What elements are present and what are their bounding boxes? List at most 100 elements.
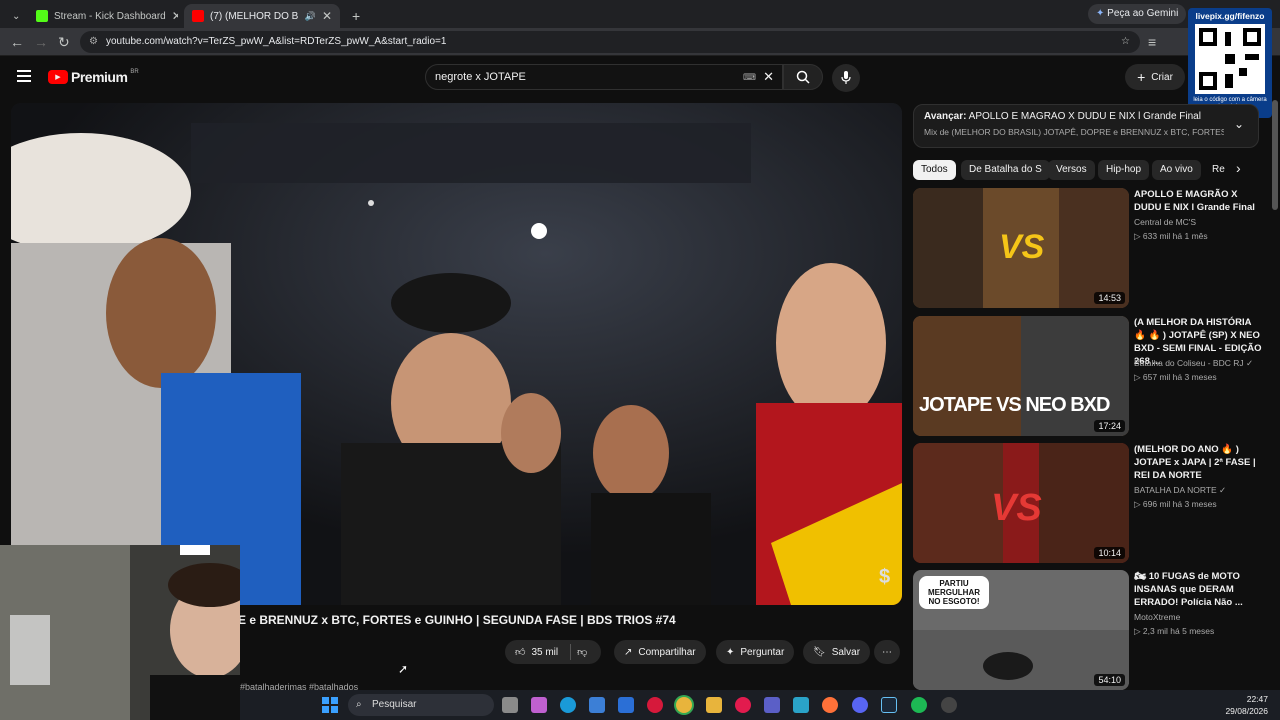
- search-button[interactable]: [783, 64, 823, 90]
- chip-de-batalha[interactable]: De Batalha do S: [961, 160, 1050, 180]
- qr-code-icon: [1195, 24, 1265, 94]
- recommendation-meta: ▷ 2,3 mil há 5 meses: [1134, 626, 1215, 636]
- kick-icon: [36, 10, 48, 22]
- chip-versos[interactable]: Versos: [1048, 160, 1095, 180]
- chip-hip-hop[interactable]: Hip-hop: [1098, 160, 1150, 180]
- recommendation-title[interactable]: APOLLO E MAGRÃO X DUDU E NIX l Grande Fi…: [1134, 188, 1264, 214]
- steam-icon[interactable]: [881, 697, 897, 713]
- system-clock[interactable]: 22:47 29/08/2026: [1225, 693, 1268, 717]
- tab-youtube[interactable]: (7) (MELHOR DO BRASIL) JO 🔊 ✕: [184, 4, 340, 28]
- gemini-button[interactable]: ✦ Peça ao Gemini: [1088, 4, 1187, 24]
- media-player-icon[interactable]: [735, 697, 751, 713]
- address-bar-row: ← → ↻ ⚙ youtube.com/watch?v=TerZS_pwW_A&…: [0, 28, 1280, 56]
- copilot-icon[interactable]: [531, 697, 547, 713]
- chevron-down-icon[interactable]: ⌄: [1234, 117, 1244, 131]
- new-tab-button[interactable]: +: [344, 4, 364, 28]
- video-thumbnail[interactable]: PARTIU MERGULHAR NO ESGOTO! 54:10: [913, 570, 1129, 690]
- create-label: Criar: [1151, 71, 1173, 83]
- close-icon[interactable]: ✕: [322, 9, 332, 23]
- url-field[interactable]: ⚙ youtube.com/watch?v=TerZS_pwW_A&list=R…: [80, 31, 1140, 53]
- create-button[interactable]: + Criar: [1125, 64, 1185, 90]
- chip-ao-vivo[interactable]: Ao vivo: [1152, 160, 1201, 180]
- share-button[interactable]: ↗ Compartilhar: [614, 640, 706, 664]
- mouse-cursor-icon: ➚: [398, 662, 409, 676]
- site-info-icon[interactable]: ⚙: [89, 31, 98, 53]
- video-thumbnail[interactable]: JOTAPE VS NEO BXD 17:24: [913, 316, 1129, 436]
- bookmark-star-icon[interactable]: ☆: [1121, 31, 1130, 53]
- search-input[interactable]: negrote x JOTAPE ⌨ ✕: [425, 64, 783, 90]
- windows-taskbar: ⌕ Pesquisar 22:47 29/08/2026: [240, 690, 1280, 720]
- save-button[interactable]: 🔖︎ Salvar: [803, 640, 871, 664]
- up-next-title: APOLLO E MAGRÃO X DUDU E NIX l Grande Fi…: [968, 111, 1201, 122]
- ask-button[interactable]: ✦ Perguntar: [716, 640, 795, 664]
- up-next-subtitle: Mix de (MELHOR DO BRASIL) JOTAPÊ, DOPRE …: [924, 127, 1224, 137]
- clear-search-icon[interactable]: ✕: [763, 65, 774, 89]
- chip-re[interactable]: Re: [1204, 160, 1228, 180]
- more-actions-button[interactable]: ⋯: [874, 640, 900, 664]
- obs-icon[interactable]: [941, 697, 957, 713]
- task-view-icon[interactable]: [502, 697, 518, 713]
- gemini-icon: ✦: [1096, 8, 1105, 19]
- recommendation-title[interactable]: 🏍 10 FUGAS de MOTO INSANAS que DERAM ERR…: [1134, 570, 1264, 609]
- video-frame: $: [11, 103, 902, 605]
- up-next-box[interactable]: Avançar: APOLLO E MAGRÃO X DUDU E NIX l …: [913, 104, 1259, 148]
- video-player[interactable]: $: [11, 103, 902, 605]
- voice-search-button[interactable]: [832, 64, 860, 92]
- recommendation-meta: ▷ 657 mil há 3 meses: [1134, 372, 1217, 382]
- duration-badge: 17:24: [1094, 420, 1125, 432]
- svg-text:$: $: [879, 566, 890, 588]
- spotify-icon[interactable]: [911, 697, 927, 713]
- recommendation-item[interactable]: PARTIU MERGULHAR NO ESGOTO! 54:10 🏍 10 F…: [913, 570, 1273, 690]
- forward-icon[interactable]: →: [34, 34, 48, 50]
- like-button[interactable]: 👍︎ 35 mil: [515, 646, 558, 659]
- teams-icon[interactable]: [764, 697, 780, 713]
- recommendation-channel[interactable]: MotoXtreme: [1134, 612, 1180, 622]
- menu-icon[interactable]: [17, 70, 31, 82]
- firefox-icon[interactable]: [822, 697, 838, 713]
- edge-icon[interactable]: [560, 697, 576, 713]
- recommendation-item[interactable]: VS 10:14 (MELHOR DO ANO 🔥 ) JOTAPE x JAP…: [913, 443, 1273, 563]
- opera-icon[interactable]: [647, 697, 663, 713]
- video-thumbnail[interactable]: VS 10:14: [913, 443, 1129, 563]
- keyboard-icon[interactable]: ⌨: [743, 65, 756, 89]
- search-icon: ⌕: [356, 699, 362, 710]
- like-dislike-group: 👍︎ 35 mil 👎︎: [505, 640, 601, 664]
- thumbnail-text: PARTIU MERGULHAR NO ESGOTO!: [919, 576, 989, 609]
- speaker-icon[interactable]: 🔊: [305, 11, 316, 22]
- file-explorer-icon[interactable]: [706, 697, 722, 713]
- save-label: Salvar: [831, 646, 861, 658]
- media-controls-icon[interactable]: ≡: [1148, 34, 1156, 50]
- qr-overlay: livepix.gg/fifenzo leia o código com a c…: [1188, 8, 1272, 118]
- taskbar-search[interactable]: ⌕ Pesquisar: [348, 694, 494, 716]
- recommendation-item[interactable]: VS 14:53 APOLLO E MAGRÃO X DUDU E NIX l …: [913, 188, 1273, 308]
- store-icon[interactable]: [589, 697, 605, 713]
- recommendation-title[interactable]: (MELHOR DO ANO 🔥 ) JOTAPE x JAPA | 2ª FA…: [1134, 443, 1264, 482]
- chip-todos[interactable]: Todos: [913, 160, 956, 180]
- ask-label: Perguntar: [740, 646, 785, 658]
- recommendation-channel[interactable]: Batalha do Coliseu - BDC RJ ✓: [1134, 358, 1253, 369]
- discord-icon[interactable]: [852, 697, 868, 713]
- app-icon[interactable]: [793, 697, 809, 713]
- windows-start-icon[interactable]: [322, 697, 338, 713]
- chevron-right-icon[interactable]: ›: [1236, 160, 1241, 176]
- sidebar-scrollbar[interactable]: [1272, 100, 1278, 210]
- outlook-icon[interactable]: [618, 697, 634, 713]
- chrome-icon[interactable]: [676, 697, 692, 713]
- up-next-prefix: Avançar:: [924, 111, 967, 122]
- duration-badge: 14:53: [1094, 292, 1125, 304]
- video-thumbnail[interactable]: VS 14:53: [913, 188, 1129, 308]
- recommendation-channel[interactable]: Central de MC'S: [1134, 217, 1196, 227]
- recommendation-item[interactable]: JOTAPE VS NEO BXD 17:24 (A MELHOR DA HIS…: [913, 316, 1273, 436]
- thumbs-down-icon[interactable]: 👎︎: [577, 646, 587, 658]
- tab-list-button[interactable]: ⌄: [4, 4, 24, 28]
- plus-icon: +: [1137, 69, 1146, 85]
- microphone-icon: [841, 71, 851, 84]
- thumbnail-text: JOTAPE VS NEO BXD: [919, 394, 1110, 416]
- tab-kick-dashboard[interactable]: Stream - Kick Dashboard ✕: [28, 4, 178, 28]
- back-icon[interactable]: ←: [10, 34, 24, 50]
- close-icon[interactable]: ✕: [172, 9, 178, 23]
- divider: [570, 644, 572, 660]
- reload-icon[interactable]: ↻: [58, 34, 70, 51]
- recommendation-channel[interactable]: BATALHA DA NORTE ✓: [1134, 485, 1226, 496]
- youtube-premium-logo[interactable]: ▶ Premium BR: [48, 69, 139, 85]
